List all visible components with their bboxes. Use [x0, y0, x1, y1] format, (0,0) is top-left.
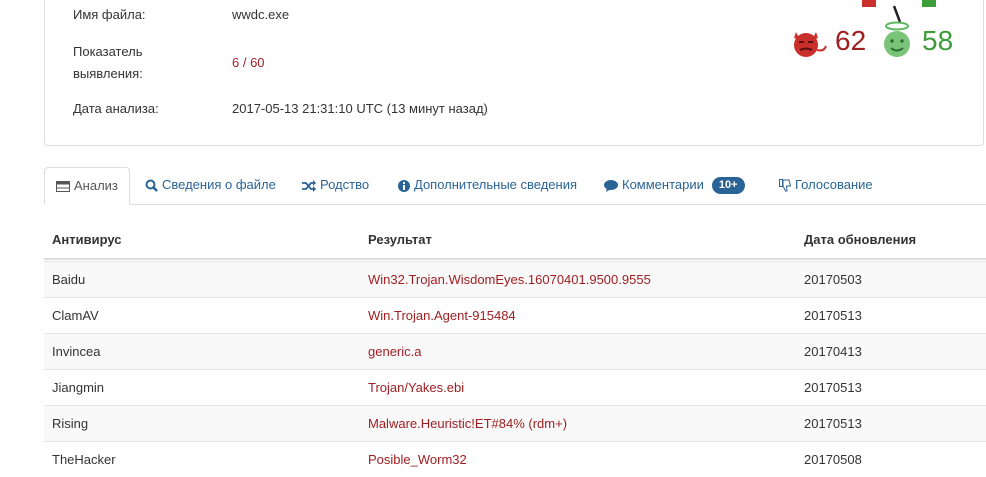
tab-additional-info-label: Дополнительные сведения: [414, 177, 578, 192]
angel-icon: [884, 21, 910, 57]
table-row: Baidu Win32.Trojan.WisdomEyes.16070401.9…: [44, 261, 986, 297]
header-antivirus: Антивирус: [52, 232, 122, 247]
detection-label-line1: Показатель: [73, 44, 143, 59]
update-date: 20170503: [804, 272, 862, 287]
update-date: 20170513: [804, 380, 862, 395]
tab-relations-label: Родство: [320, 177, 370, 192]
comments-count-badge: 10+: [711, 177, 745, 195]
tab-analysis[interactable]: Анализ: [44, 167, 130, 205]
devil-icon: [794, 32, 827, 57]
tab-analysis-label: Анализ: [74, 178, 118, 193]
tab-comments-label: Комментарии: [622, 177, 704, 192]
header-result: Результат: [368, 232, 432, 247]
antivirus-name: Jiangmin: [52, 380, 105, 395]
table-row: Jiangmin Trojan/Yakes.ebi 20170513: [44, 369, 986, 405]
gauge-good-segment: [922, 0, 936, 7]
table-row: Invincea generic.a 20170413: [44, 333, 986, 369]
harmless-votes-count: 58: [922, 25, 954, 56]
antivirus-name: Rising: [52, 416, 89, 431]
file-name-value: wwdc.exe: [232, 7, 290, 22]
antivirus-name: TheHacker: [52, 452, 116, 467]
tab-relations[interactable]: Родство: [302, 167, 369, 205]
tab-additional-info[interactable]: Дополнительные сведения: [398, 167, 577, 205]
table-row: Rising Malware.Heuristic!ET#84% (rdm+) 2…: [44, 405, 986, 441]
table-icon: [56, 181, 70, 193]
file-name-label: Имя файла:: [73, 7, 146, 22]
table-row: TheHacker Posible_Worm32 20170508: [44, 441, 986, 477]
header-update-date: Дата обновления: [804, 232, 917, 247]
antivirus-name: Invincea: [52, 344, 101, 359]
detection-label-line2: выявления:: [73, 66, 143, 81]
update-date: 20170513: [804, 308, 862, 323]
update-date: 20170508: [804, 452, 862, 467]
thumbs-down-icon: [779, 179, 791, 192]
table-row: ClamAV Win.Trojan.Agent-915484 20170513: [44, 297, 986, 333]
detection-result: generic.a: [368, 344, 422, 359]
update-date: 20170513: [804, 416, 862, 431]
search-icon: [145, 179, 158, 192]
detection-result: Trojan/Yakes.ebi: [368, 380, 465, 395]
antivirus-name: ClamAV: [52, 308, 99, 323]
malicious-votes-count: 62: [835, 25, 867, 56]
detection-ratio: 6 / 60: [232, 55, 265, 70]
gauge-bad-segment: [862, 0, 876, 7]
update-date: 20170413: [804, 344, 862, 359]
analysis-date-value: 2017-05-13 21:31:10 UTC (13 минут назад): [232, 101, 488, 116]
detection-result: Win32.Trojan.WisdomEyes.16070401.9500.95…: [368, 272, 651, 287]
detection-label: Показатель выявления:: [73, 41, 223, 85]
tab-file-details[interactable]: Сведения о файле: [145, 167, 276, 205]
report-tabs: Анализ Сведения о файле Родство Дополнит…: [44, 167, 986, 205]
tab-votes[interactable]: Голосование: [779, 167, 873, 205]
detection-result: Malware.Heuristic!ET#84% (rdm+): [368, 416, 568, 431]
antivirus-name: Baidu: [52, 272, 86, 287]
tab-file-details-label: Сведения о файле: [162, 177, 276, 192]
tab-votes-label: Голосование: [795, 177, 873, 192]
shuffle-icon: [302, 179, 316, 192]
detection-result: Win.Trojan.Agent-915484: [368, 308, 516, 323]
detection-result: Posible_Worm32: [368, 452, 467, 467]
comment-icon: [604, 179, 618, 192]
tab-comments[interactable]: Комментарии 10+: [604, 167, 745, 205]
info-icon: [398, 179, 410, 192]
analysis-date-label: Дата анализа:: [73, 101, 159, 116]
table-header-row: Антивирус Результат Дата обновления: [44, 224, 986, 260]
